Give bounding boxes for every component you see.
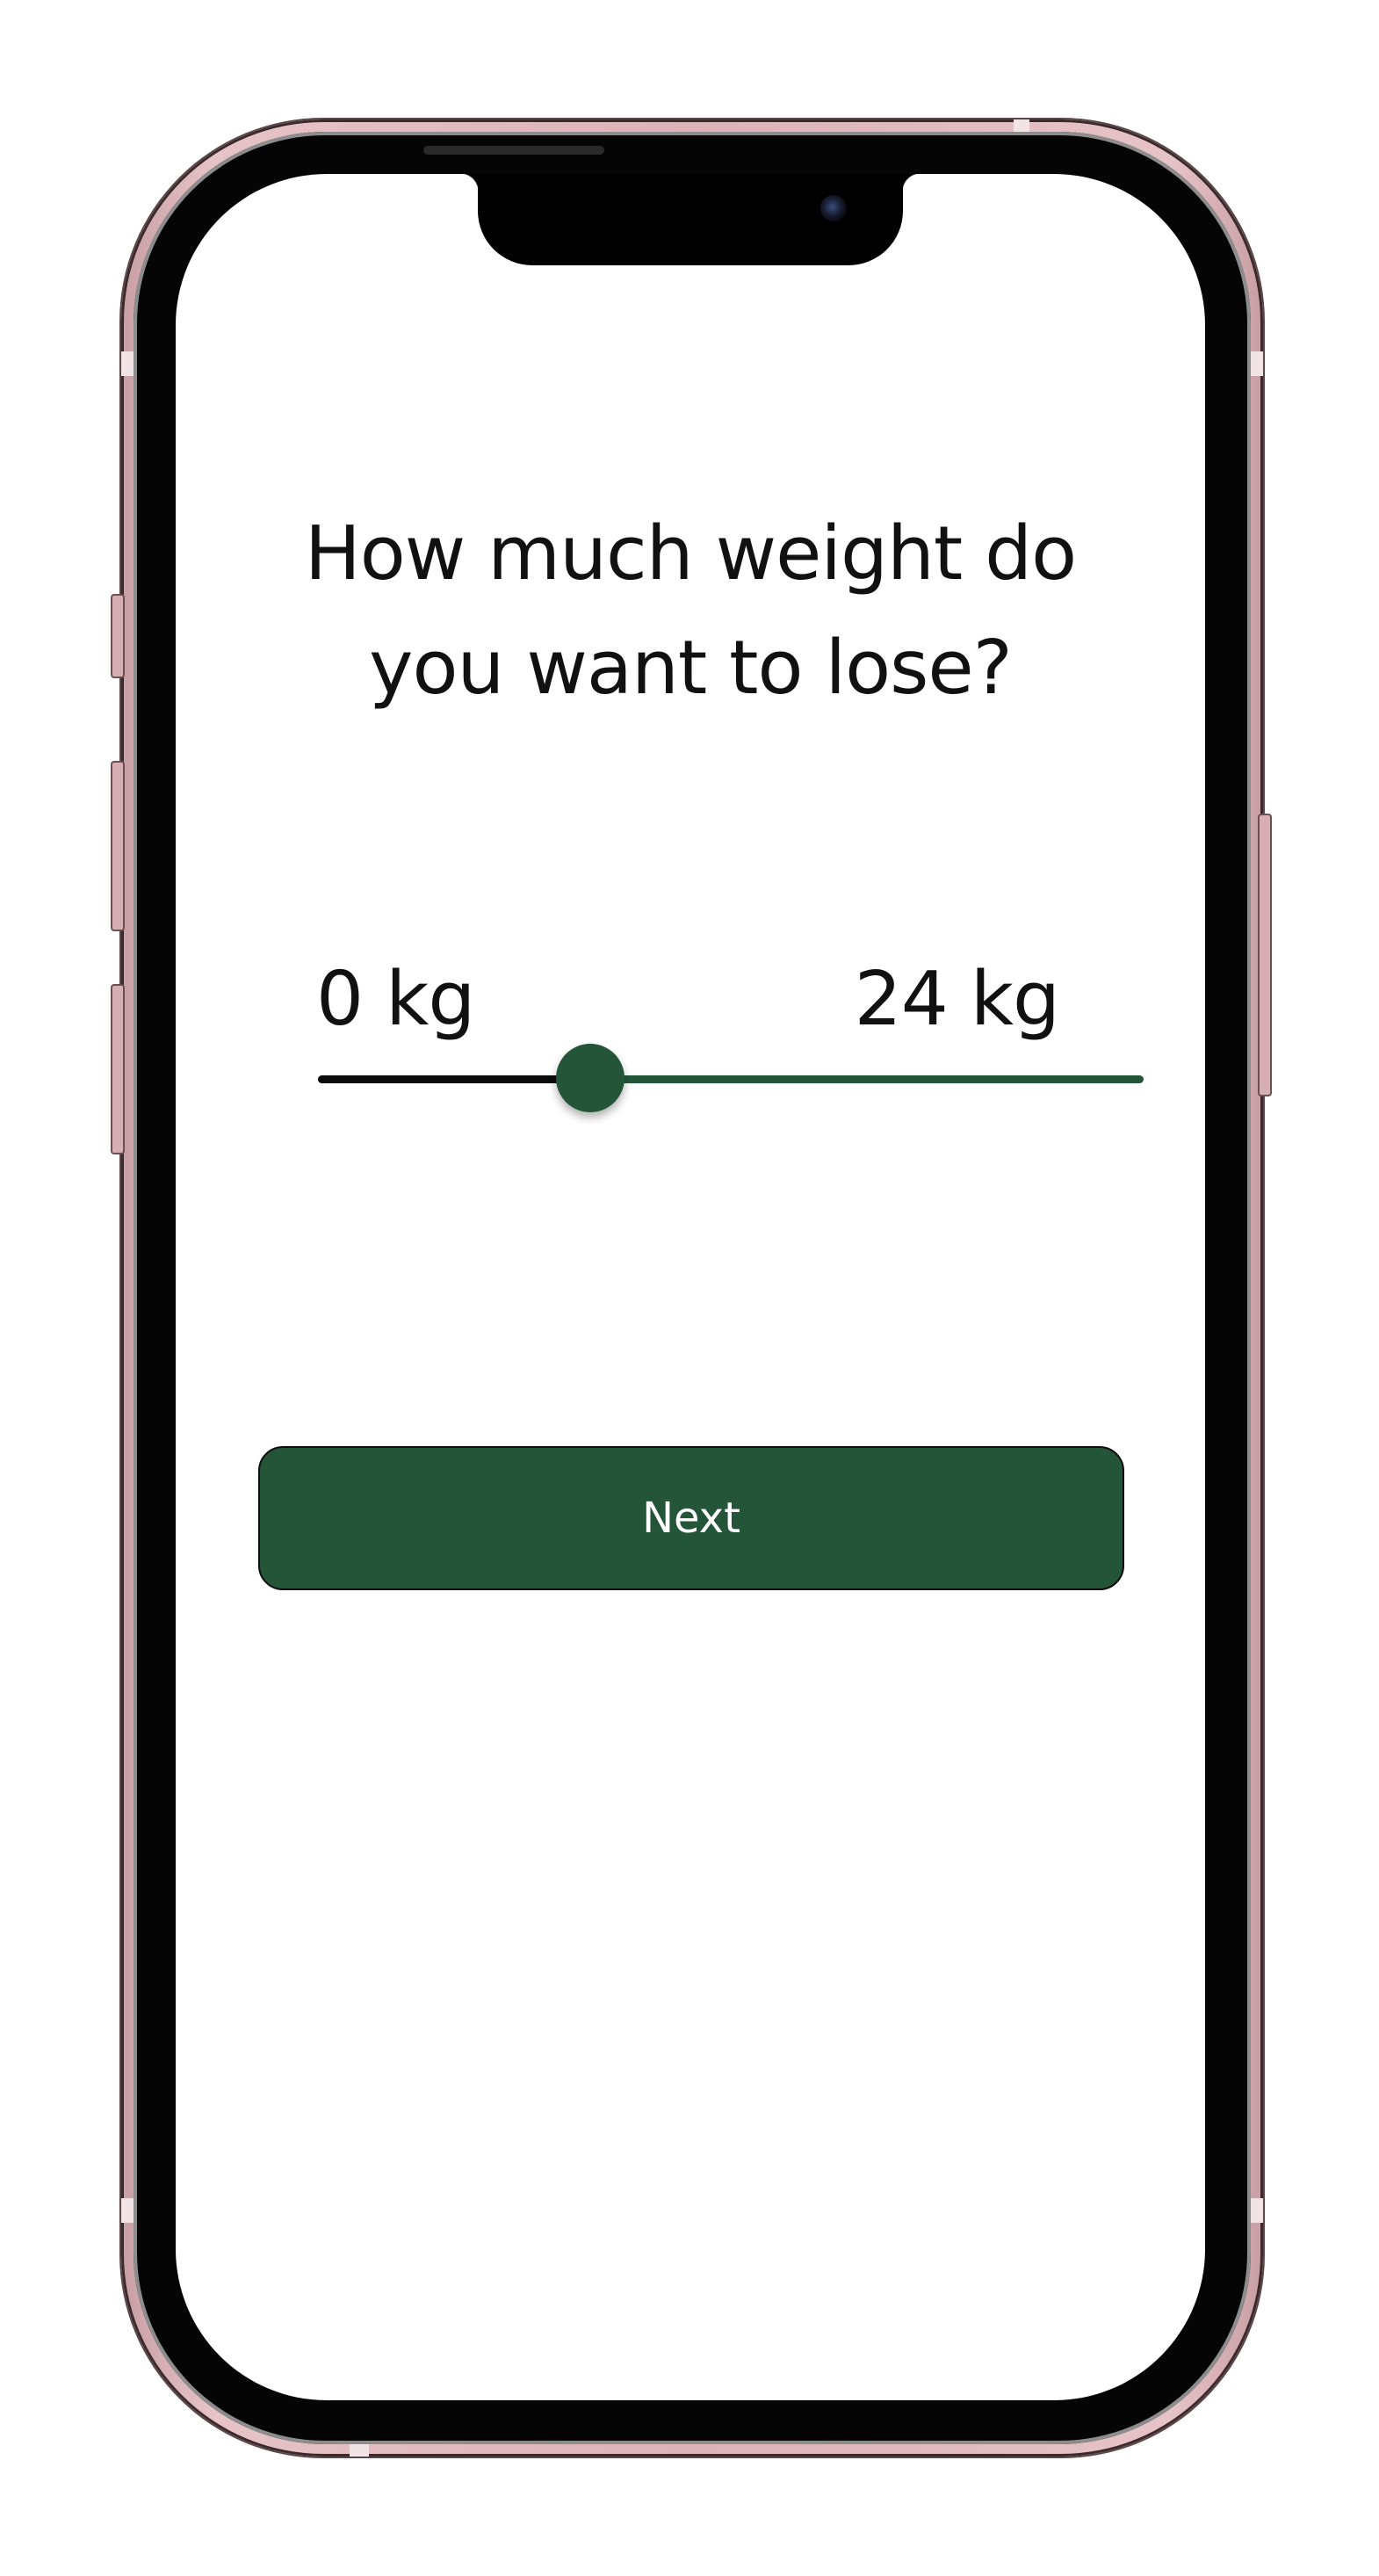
antenna-band — [1014, 119, 1029, 132]
antenna-band — [1251, 2198, 1263, 2223]
front-camera-icon — [820, 195, 847, 221]
question-heading: How much weight do you want to lose? — [246, 497, 1135, 726]
weight-slider[interactable] — [318, 1044, 1144, 1112]
silent-switch — [111, 594, 125, 678]
antenna-band — [350, 2444, 369, 2457]
slider-max-label: 24 kg — [854, 956, 1060, 1043]
slider-min-label: 0 kg — [316, 956, 475, 1043]
question-line-1: How much weight do — [304, 510, 1077, 597]
stage: How much weight do you want to lose? 0 k… — [0, 0, 1379, 2576]
antenna-band — [121, 2198, 134, 2223]
slider-thumb[interactable] — [556, 1044, 625, 1112]
power-button — [1258, 814, 1272, 1096]
earpiece-speaker — [423, 146, 604, 155]
volume-down-button — [111, 984, 125, 1154]
slider-track-filled[interactable] — [318, 1075, 591, 1083]
phone-screen: How much weight do you want to lose? 0 k… — [176, 174, 1205, 2400]
antenna-band — [1251, 351, 1263, 376]
volume-up-button — [111, 761, 125, 931]
question-line-2: you want to lose? — [369, 625, 1013, 712]
antenna-band — [121, 351, 134, 376]
notch — [460, 174, 921, 265]
next-button[interactable]: Next — [258, 1446, 1124, 1590]
